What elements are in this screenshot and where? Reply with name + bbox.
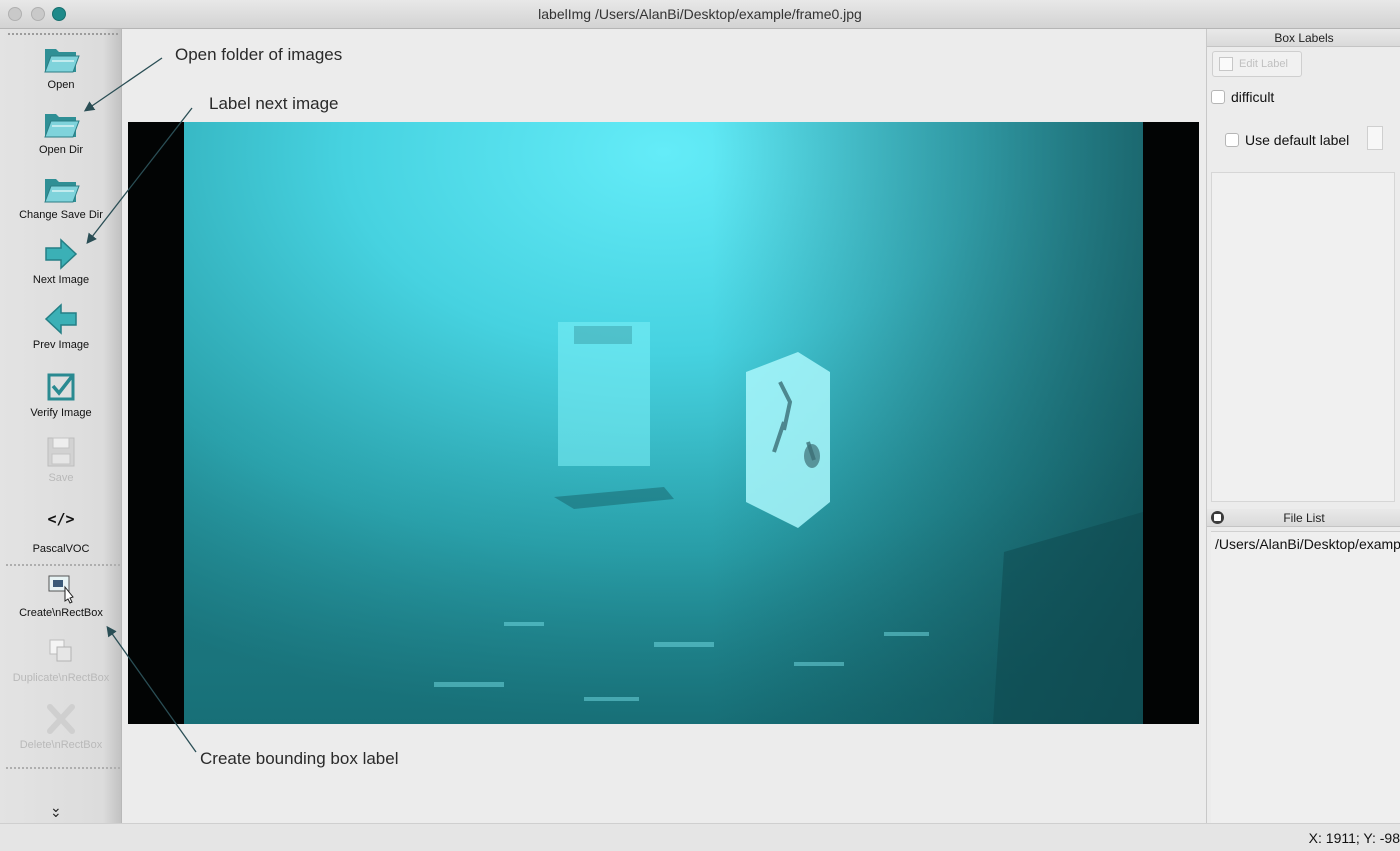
file-list-header: File List — [1207, 509, 1400, 527]
open-dir-button[interactable]: Open Dir — [0, 106, 122, 156]
pascalvoc-label: PascalVOC — [32, 543, 90, 555]
change-save-dir-label: Change Save Dir — [19, 209, 103, 221]
title-bar: labelImg /Users/AlanBi/Desktop/example/f… — [0, 0, 1400, 29]
edit-label-button[interactable]: Edit Label — [1212, 51, 1302, 77]
difficult-checkbox-row[interactable]: difficult — [1211, 89, 1274, 105]
change-save-dir-button[interactable]: Change Save Dir — [0, 171, 122, 221]
folder-icon — [44, 179, 80, 203]
save-label: Save — [48, 472, 74, 484]
status-bar: X: 1911; Y: -98 — [0, 823, 1400, 851]
prev-image-label: Prev Image — [32, 339, 90, 351]
use-default-label-text: Use default label — [1245, 132, 1350, 148]
prev-image-button[interactable]: Prev Image — [0, 301, 122, 351]
format-toggle-button[interactable]: </> PascalVOC — [0, 501, 122, 555]
save-button[interactable]: Save — [0, 434, 122, 484]
code-icon: </> — [47, 510, 75, 528]
duplicate-rectbox-button[interactable]: Duplicate\nRectBox — [0, 634, 122, 684]
file-list-item[interactable]: /Users/AlanBi/Desktop/example/frame0.jpg — [1211, 532, 1400, 556]
delete-x-icon — [47, 704, 75, 734]
file-list[interactable]: /Users/AlanBi/Desktop/example/frame0.jpg — [1211, 531, 1400, 823]
right-dock: Box Labels Edit Label difficult Use defa… — [1206, 29, 1400, 823]
delete-rectbox-label: Delete\nRectBox — [19, 739, 103, 751]
annotation-create-box: Create bounding box label — [200, 749, 399, 768]
create-rectbox-button[interactable]: Create\nRectBox — [0, 569, 122, 619]
tool-bar: Open Open Dir Change Save Dir Next Image — [0, 29, 122, 823]
difficult-checkbox[interactable] — [1211, 90, 1225, 104]
next-image-button[interactable]: Next Image — [0, 236, 122, 286]
image-canvas-area[interactable] — [122, 29, 1206, 823]
open-dir-label: Open Dir — [38, 144, 84, 156]
label-list[interactable] — [1211, 172, 1395, 502]
image-canvas[interactable] — [128, 122, 1199, 724]
open-label: Open — [47, 79, 75, 91]
app-window: labelImg /Users/AlanBi/Desktop/example/f… — [0, 0, 1400, 851]
duplicate-rectbox-label: Duplicate\nRectBox — [12, 672, 110, 684]
undock-icon[interactable] — [1211, 511, 1224, 524]
delete-rectbox-button[interactable]: Delete\nRectBox — [0, 701, 122, 751]
underwater-photo — [184, 122, 1143, 724]
open-button[interactable]: Open — [0, 41, 122, 91]
draw-rect-icon — [48, 575, 74, 604]
arrow-right-icon — [45, 238, 78, 270]
edit-icon — [1219, 57, 1233, 71]
next-image-label: Next Image — [32, 274, 90, 286]
box-labels-header: Box Labels — [1207, 29, 1400, 47]
window-title: labelImg /Users/AlanBi/Desktop/example/f… — [538, 6, 862, 22]
verify-image-label: Verify Image — [30, 407, 92, 419]
folder-icon — [44, 49, 80, 73]
toolbar-separator — [6, 767, 120, 769]
use-default-label-checkbox[interactable] — [1225, 133, 1239, 147]
folder-icon — [44, 114, 80, 138]
arrow-left-icon — [44, 303, 77, 335]
cursor-coordinates: X: 1911; Y: -98 — [1308, 830, 1400, 846]
default-label-input[interactable] — [1367, 126, 1383, 150]
annotation-open-folder: Open folder of images — [175, 45, 343, 64]
difficult-label: difficult — [1231, 89, 1275, 105]
duplicate-icon — [49, 639, 72, 662]
checkbox-icon — [47, 373, 75, 401]
toolbar-separator — [6, 564, 120, 566]
edit-label-text: Edit Label — [1239, 58, 1288, 70]
verify-image-button[interactable]: Verify Image — [0, 369, 122, 419]
toolbar-grip[interactable] — [8, 33, 118, 35]
create-rectbox-label: Create\nRectBox — [19, 607, 103, 619]
annotation-label-next: Label next image — [209, 94, 339, 113]
use-default-label-row[interactable]: Use default label — [1225, 132, 1349, 148]
floppy-disk-icon — [47, 437, 75, 467]
